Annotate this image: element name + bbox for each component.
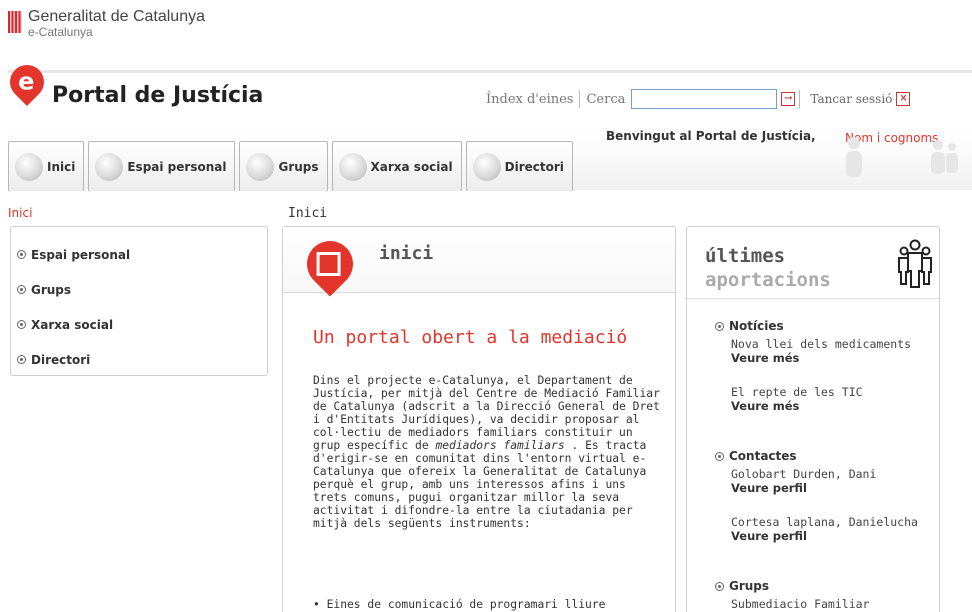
article-text-2: . Es tracta d'erigir-se en comunitat din… — [313, 439, 647, 530]
home-icon — [297, 231, 363, 297]
news-item[interactable]: El repte de les TIC — [731, 385, 863, 399]
sidebar-menu: Espai personal Grups Xarxa social Direct… — [10, 226, 268, 376]
tab-espai-personal[interactable]: Espai personal — [88, 141, 236, 191]
people-icon — [898, 239, 932, 288]
tab-inici[interactable]: Inici — [8, 141, 85, 191]
generalitat-header: Generalitat de Catalunya e-Catalunya — [8, 8, 205, 48]
article-italic: mediadors familiars — [435, 439, 565, 452]
logout-link[interactable]: Tancar sessió — [810, 92, 892, 106]
contact-item[interactable]: Golobart Durden, Dani — [731, 467, 876, 481]
portal-title: Portal de Justícia — [52, 83, 264, 108]
news-item[interactable]: Nova llei dels medicaments — [731, 337, 911, 351]
generalitat-flag-icon — [8, 11, 22, 33]
tab-label: Grups — [278, 159, 319, 174]
main-panel-header: inici — [283, 227, 675, 297]
portal-header: e Portal de Justícia Índex d'eines Cerca… — [2, 57, 972, 191]
decorative-people-icon — [846, 137, 958, 177]
read-more-link[interactable]: Veure més — [731, 399, 799, 413]
article-body: Dins el projecte e-Catalunya, el Departa… — [313, 374, 665, 530]
group-icon — [246, 152, 275, 181]
main-panel-title: inici — [379, 243, 434, 264]
portal-logo-icon[interactable]: e — [2, 57, 52, 107]
sidebar-item-label: Xarxa social — [31, 317, 114, 332]
article-bullet-item: • Eines de comunicació de programari lli… — [313, 598, 606, 611]
bullet-icon — [17, 320, 26, 329]
tab-label: Espai personal — [127, 159, 227, 174]
generalitat-text: Generalitat de Catalunya e-Catalunya — [28, 8, 205, 38]
person-icon — [95, 152, 124, 181]
tab-label: Xarxa social — [370, 159, 453, 174]
logout-close-icon[interactable]: × — [896, 92, 911, 106]
sidebar-item-label: Directori — [31, 352, 91, 367]
tab-grups[interactable]: Grups — [239, 141, 328, 191]
divider — [799, 90, 801, 108]
article-headline: Un portal obert a la mediació — [313, 327, 628, 348]
latest-title-2: aportacions — [705, 269, 831, 291]
latest-title-1: últimes — [705, 245, 786, 267]
sidebar-item-directori[interactable]: Directori — [17, 342, 261, 377]
view-profile-link[interactable]: Veure perfil — [731, 529, 807, 543]
section-contactes[interactable]: Contactes — [715, 449, 797, 463]
bullet-icon — [17, 355, 26, 364]
latest-header: últimes aportacions — [687, 227, 939, 299]
contact-item[interactable]: Cortesa laplana, Danielucha — [731, 515, 918, 529]
generalitat-subtitle: e-Catalunya — [28, 25, 93, 39]
latest-contributions-panel: últimes aportacions Notícies Nova llei d… — [686, 226, 940, 612]
section-title: Contactes — [729, 449, 797, 463]
bullet-icon — [715, 451, 724, 461]
tab-label: Inici — [47, 159, 76, 174]
section-title: Grups — [729, 579, 770, 593]
house-icon — [15, 152, 43, 181]
portal-logo-letter: e — [18, 67, 35, 96]
sidebar-item-xarxa-social[interactable]: Xarxa social — [17, 307, 261, 342]
sidebar-item-label: Espai personal — [31, 247, 131, 262]
breadcrumb-main: Inici — [288, 206, 328, 221]
sidebar-item-espai-personal[interactable]: Espai personal — [17, 237, 261, 272]
network-icon — [338, 152, 367, 181]
search-input[interactable] — [631, 89, 778, 109]
folder-icon — [472, 152, 501, 181]
view-profile-link[interactable]: Veure perfil — [731, 481, 807, 495]
section-title: Notícies — [729, 319, 784, 333]
section-noticies[interactable]: Notícies — [715, 319, 784, 333]
bullet-icon — [715, 321, 724, 331]
bullet-icon — [17, 250, 26, 259]
search-label: Cerca — [586, 91, 626, 107]
divider — [579, 90, 581, 108]
sidebar-item-grups[interactable]: Grups — [17, 272, 261, 307]
index-tools-link[interactable]: Índex d'eines — [486, 92, 573, 107]
main-tabs: Inici Espai personal Grups Xarxa social … — [8, 141, 577, 191]
read-more-link[interactable]: Veure més — [731, 351, 799, 365]
tab-directori[interactable]: Directori — [465, 141, 573, 191]
tools-bar: Índex d'eines Cerca → Tancar sessió × — [486, 89, 911, 109]
breadcrumb-left[interactable]: Inici — [8, 206, 32, 220]
tab-label: Directori — [504, 159, 564, 174]
main-panel: inici Un portal obert a la mediació Dins… — [282, 226, 676, 612]
bullet-icon — [715, 581, 724, 591]
generalitat-title: Generalitat de Catalunya — [28, 8, 205, 25]
bullet-icon — [17, 285, 26, 294]
sidebar-item-label: Grups — [31, 282, 72, 297]
search-go-button[interactable]: → — [781, 92, 796, 106]
tab-xarxa-social[interactable]: Xarxa social — [331, 141, 462, 191]
section-grups[interactable]: Grups — [715, 579, 769, 593]
group-item[interactable]: Submediacio Familiar — [731, 597, 869, 611]
welcome-text: Benvingut al Portal de Justícia, — [606, 129, 816, 143]
